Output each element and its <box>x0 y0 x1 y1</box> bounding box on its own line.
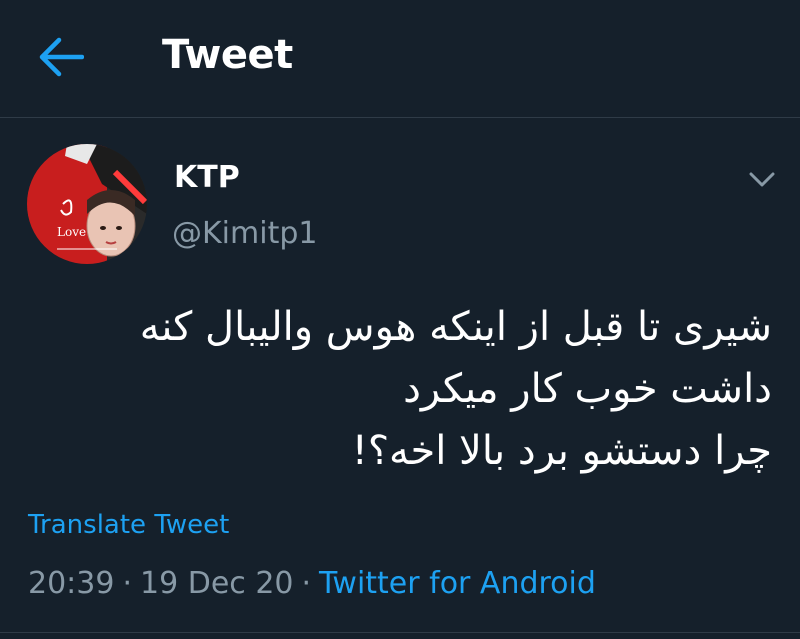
more-options-button[interactable] <box>742 162 782 196</box>
tweet-date: 19 Dec 20 <box>140 566 294 601</box>
avatar-caption: Love <box>57 225 86 239</box>
tweet-time: 20:39 <box>28 566 115 601</box>
tweet-meta: 20:39 · 19 Dec 20 · Twitter for Android <box>28 566 596 601</box>
tweet-text: شیری تا قبل از اینکه هوس والیبال کنه داش… <box>32 296 772 482</box>
author-handle[interactable]: @Kimitp1 <box>172 216 317 251</box>
tweet-source-link[interactable]: Twitter for Android <box>319 566 596 601</box>
tweet-text-line: شیری تا قبل از اینکه هوس والیبال کنه <box>139 304 772 350</box>
avatar-image: Love <box>27 144 147 264</box>
page-title: Tweet <box>162 32 293 78</box>
tweet-text-line: چرا دستشو برد بالا اخه؟! <box>351 428 772 474</box>
divider <box>0 632 800 633</box>
chevron-down-icon <box>749 172 775 187</box>
meta-separator: · <box>122 566 133 601</box>
top-app-bar: Tweet <box>0 0 800 118</box>
avatar[interactable]: Love <box>27 144 147 264</box>
back-button[interactable] <box>38 36 84 78</box>
meta-separator: · <box>301 566 312 601</box>
translate-tweet-link[interactable]: Translate Tweet <box>28 510 229 540</box>
author-name[interactable]: KTP <box>174 160 240 195</box>
tweet-text-line: داشت خوب کار میکرد <box>403 366 772 412</box>
tweet-detail-screen: Tweet Love KTP @Kimitp1 شیری تا قبل از ا… <box>0 0 800 639</box>
arrow-left-icon <box>39 37 84 77</box>
